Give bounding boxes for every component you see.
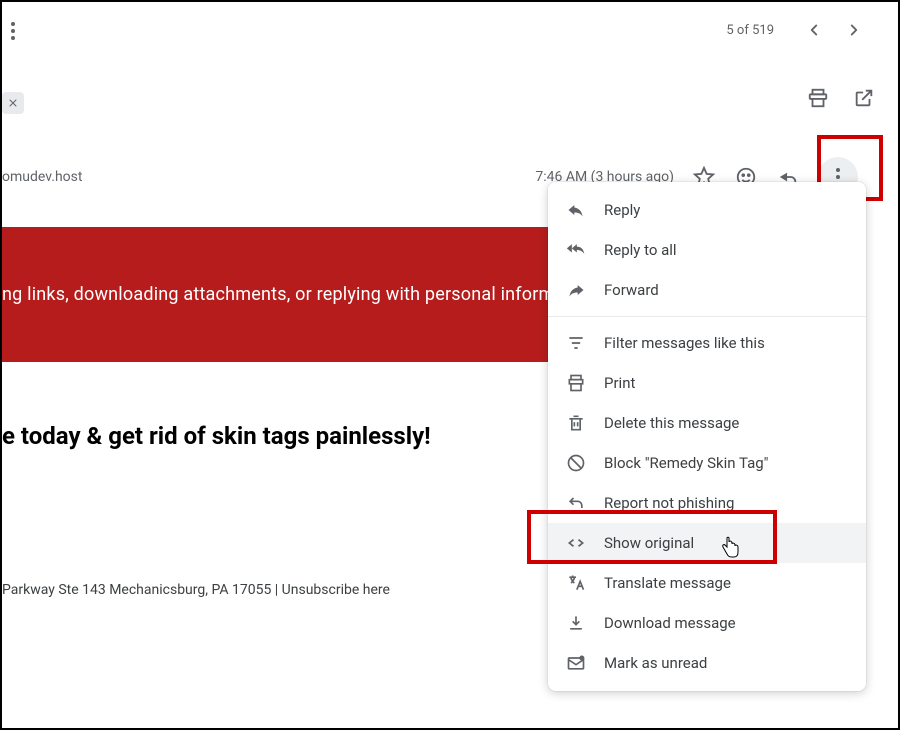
block-icon [566,453,586,473]
undo-icon [566,493,586,513]
download-icon [566,613,586,633]
email-subject: e today & get rid of skin tags painlessl… [2,422,431,450]
print-icon [566,373,586,393]
menu-label: Reply [604,201,640,219]
menu-label: Report not phishing [604,494,734,512]
pagination-bar: 5 of 519 [2,2,898,58]
label-remove-chip[interactable] [2,92,24,114]
menu-label: Mark as unread [604,654,707,672]
menu-label: Reply to all [604,241,677,259]
menu-reply[interactable]: Reply [548,190,866,230]
menu-label: Download message [604,614,736,632]
menu-forward[interactable]: Forward [548,270,866,310]
translate-icon [566,573,586,593]
older-button[interactable] [834,10,874,50]
reply-icon [566,200,586,220]
filter-icon [566,333,586,353]
menu-block[interactable]: Block "Remedy Skin Tag" [548,443,866,483]
menu-print[interactable]: Print [548,363,866,403]
open-new-window-button[interactable] [850,84,878,112]
banner-text: ng links, downloading attachments, or re… [2,284,565,305]
sender-domain: omudev.host [2,169,82,185]
menu-reply-all[interactable]: Reply to all [548,230,866,270]
menu-delete[interactable]: Delete this message [548,403,866,443]
page-counter: 5 of 519 [726,23,774,38]
newer-button[interactable] [794,10,834,50]
menu-report[interactable]: Report not phishing [548,483,866,523]
menu-download[interactable]: Download message [548,603,866,643]
menu-label: Print [604,374,635,392]
email-footer: Parkway Ste 143 Mechanicsburg, PA 17055 … [2,582,390,598]
menu-label: Translate message [604,574,731,592]
menu-show-original[interactable]: Show original [548,523,866,563]
forward-icon [566,280,586,300]
menu-label: Show original [604,534,694,552]
menu-separator [548,316,866,317]
menu-label: Delete this message [604,414,739,432]
print-button[interactable] [804,84,832,112]
menu-label: Forward [604,281,659,299]
reply-all-icon [566,240,586,260]
menu-label: Block "Remedy Skin Tag" [604,454,769,472]
trash-icon [566,413,586,433]
menu-translate[interactable]: Translate message [548,563,866,603]
more-actions-left-icon[interactable] [10,22,16,40]
menu-filter[interactable]: Filter messages like this [548,323,866,363]
menu-mark-unread[interactable]: Mark as unread [548,643,866,683]
mark-unread-icon [566,653,586,673]
code-icon [566,533,586,553]
message-more-menu: Reply Reply to all Forward Filter messag… [548,182,866,691]
menu-label: Filter messages like this [604,334,765,352]
